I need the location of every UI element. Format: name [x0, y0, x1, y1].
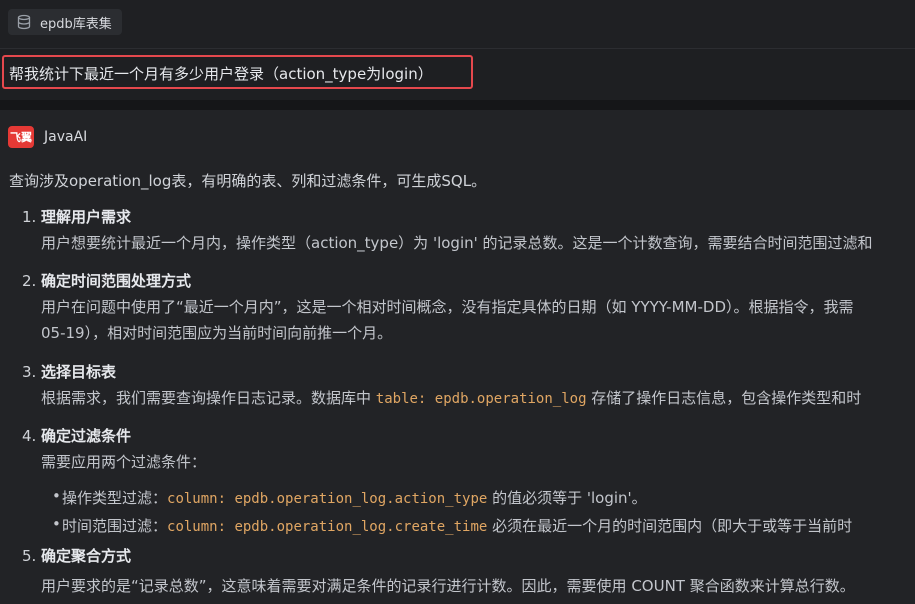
step-text-pre: 根据需求，我们需要查询操作日志记录。数据库中 [41, 389, 376, 407]
step-title: 理解用户需求 [41, 208, 132, 226]
step-text: 用户在问题中使用了“最近一个月内”，这是一个相对时间概念，没有指定具体的日期（如… [41, 298, 854, 316]
step-text: 需要应用两个过滤条件： [41, 453, 207, 471]
assistant-logo-icon: 飞翼 [8, 126, 34, 148]
database-icon [17, 14, 31, 30]
step-text: 根据需求，我们需要查询操作日志记录。数据库中 table: epdb.opera… [41, 387, 861, 408]
step-number: 3. [22, 363, 37, 381]
divider [0, 100, 915, 110]
column-code: column: epdb.operation_log.create_time [167, 519, 488, 535]
step-text: 用户想要统计最近一个月内，操作类型（action_type）为 'login' … [41, 234, 873, 252]
step-number: 4. [22, 427, 37, 445]
table-code: table: epdb.operation_log [375, 391, 587, 407]
step-title: 选择目标表 [41, 363, 117, 381]
list-item: 操作类型过滤：column: epdb.operation_log.action… [52, 487, 647, 508]
assistant-header: 飞翼 JavaAI [8, 126, 87, 148]
step-title: 确定时间范围处理方式 [41, 272, 192, 290]
step-text-post: 存储了操作日志信息，包含操作类型和时 [586, 389, 862, 407]
top-bar: epdb库表集 [0, 0, 915, 49]
user-message: 帮我统计下最近一个月有多少用户登录（action_type为login） [9, 65, 433, 83]
database-selector[interactable]: epdb库表集 [8, 9, 122, 35]
step-number: 1. [22, 208, 37, 226]
database-label: epdb库表集 [40, 16, 112, 32]
bullet-post: 的值必须等于 'login'。 [487, 489, 647, 507]
bullet-post: 必须在最近一个月的时间范围内（即大于或等于当前时 [487, 517, 853, 535]
step-text: 05-19），相对时间范围应为当前时间向前推一个月。 [41, 324, 393, 342]
bullet-pre: 操作类型过滤： [62, 489, 168, 507]
step-title: 确定聚合方式 [41, 547, 132, 565]
list-item: 时间范围过滤：column: epdb.operation_log.create… [52, 515, 853, 536]
step-text: 用户要求的是“记录总数”，这意味着需要对满足条件的记录行进行计数。因此，需要使用… [41, 577, 855, 595]
assistant-intro: 查询涉及operation_log表，有明确的表、列和过滤条件，可生成SQL。 [9, 172, 487, 190]
bullet-pre: 时间范围过滤： [62, 517, 168, 535]
step-number: 5. [22, 547, 37, 565]
step-number: 2. [22, 272, 37, 290]
column-code: column: epdb.operation_log.action_type [167, 491, 488, 507]
assistant-panel: 飞翼 JavaAI 查询涉及operation_log表，有明确的表、列和过滤条… [0, 110, 915, 604]
step-title: 确定过滤条件 [41, 427, 132, 445]
assistant-name: JavaAI [44, 129, 88, 145]
